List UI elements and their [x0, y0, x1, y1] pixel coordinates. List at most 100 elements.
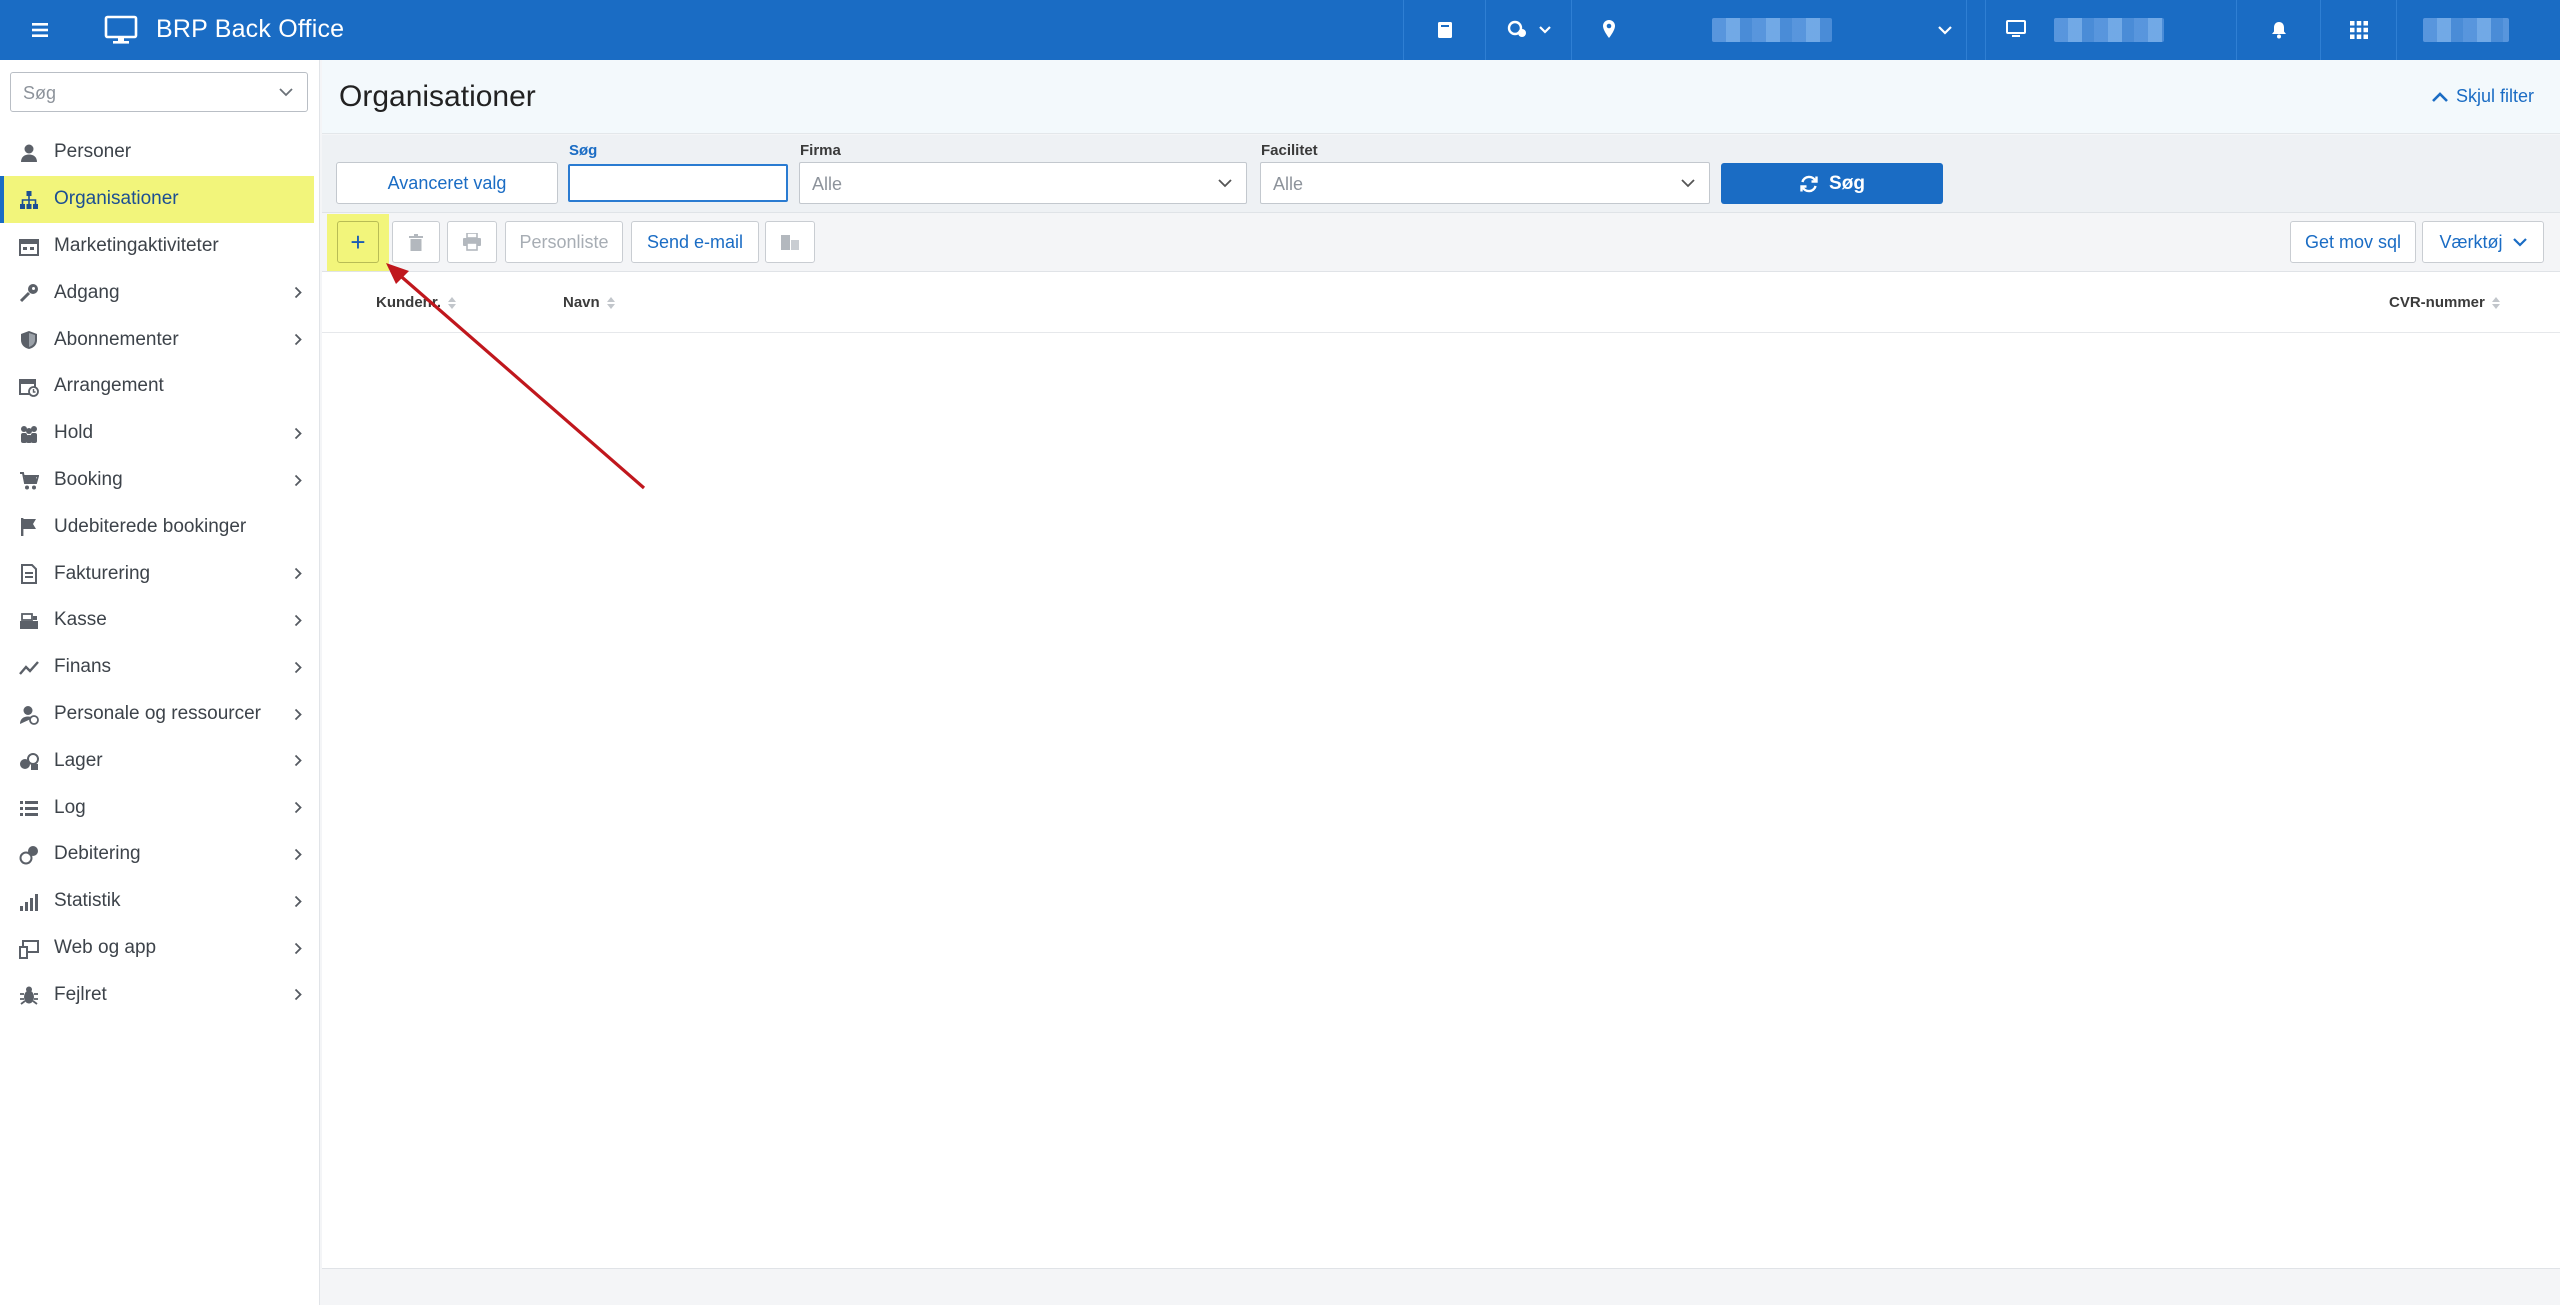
sidebar-item-fejlret[interactable]: Fejlret — [0, 971, 320, 1018]
sidebar: Søg Personer Organisationer Marketingaktiv… — [0, 60, 320, 1305]
chevron-right-icon — [294, 568, 302, 580]
user-location-menu[interactable] — [1485, 0, 1571, 60]
sidebar-item-statistik[interactable]: Statistik — [0, 878, 320, 925]
cash-register-icon — [20, 613, 38, 629]
chevron-down-icon — [1538, 26, 1551, 34]
key-icon — [19, 284, 38, 303]
chevron-right-icon — [294, 474, 302, 486]
sidebar-item-label: Udebiterede bookinger — [54, 515, 247, 537]
sidebar-search[interactable]: Søg — [10, 72, 308, 112]
chevron-right-icon — [294, 755, 302, 767]
sidebar-item-finans[interactable]: Finans — [0, 644, 320, 691]
chevron-right-icon — [294, 661, 302, 673]
sort-icon — [2491, 296, 2500, 309]
chevron-right-icon — [294, 942, 302, 954]
add-organisation-button[interactable]: + — [337, 221, 379, 263]
trend-line-icon — [19, 660, 39, 675]
notes-button[interactable] — [1403, 0, 1485, 60]
sidebar-item-debitering[interactable]: Debitering — [0, 831, 320, 878]
search-button[interactable]: Søg — [1721, 163, 1943, 204]
facilitet-select-value: Alle — [1273, 174, 1304, 194]
facilitet-label: Facilitet — [1261, 142, 1318, 159]
page-title: Organisationer — [339, 80, 536, 113]
sidebar-item-label: Booking — [54, 468, 123, 490]
get-sql-button[interactable]: Get mov sql — [2290, 221, 2416, 263]
chevron-down-icon — [279, 88, 293, 97]
chevron-right-icon — [294, 848, 302, 861]
hide-filter-toggle[interactable]: Skjul filter — [2432, 86, 2534, 107]
table-header-divider — [322, 332, 2560, 333]
column-header-label: CVR-nummer — [2389, 294, 2485, 311]
shield-icon — [21, 331, 37, 350]
toolbar: + Personliste Send e-mail Get mov sql Væ… — [322, 214, 2560, 272]
chevron-right-icon — [294, 427, 302, 439]
staff-icon — [20, 705, 39, 725]
chevron-down-icon — [1681, 179, 1695, 188]
user-menu[interactable] — [2396, 0, 2560, 60]
sidebar-item-kasse[interactable]: Kasse — [0, 597, 320, 644]
sidebar-item-arrangement[interactable]: Arrangement — [0, 363, 320, 410]
chevron-down-icon — [1938, 26, 1952, 35]
sidebar-item-web-og-app[interactable]: Web og app — [0, 925, 320, 972]
monitor-icon — [2006, 20, 2026, 37]
book-icon — [1437, 22, 1452, 38]
search-input[interactable] — [568, 164, 788, 202]
firma-select[interactable]: Alle — [799, 162, 1247, 204]
page-header: Organisationer Skjul filter — [322, 60, 2560, 134]
sidebar-item-udebiterede-bookinger[interactable]: Udebiterede bookinger — [0, 503, 320, 550]
redacted-workstation — [2054, 18, 2164, 42]
bug-icon — [20, 986, 38, 1006]
tools-dropdown[interactable]: Værktøj — [2422, 221, 2544, 263]
notifications-button[interactable] — [2236, 0, 2320, 60]
chevron-right-icon — [294, 287, 302, 299]
sidebar-item-organisationer[interactable]: Organisationer — [0, 175, 314, 223]
firma-select-value: Alle — [812, 174, 843, 194]
trash-icon — [409, 233, 423, 251]
advanced-options-button[interactable]: Avanceret valg — [336, 162, 558, 204]
sidebar-item-personer[interactable]: Personer — [0, 129, 320, 176]
sidebar-item-label: Finans — [54, 656, 112, 678]
sidebar-item-booking[interactable]: Booking — [0, 457, 320, 504]
sidebar-item-label: Statistik — [54, 890, 121, 912]
search-label: Søg — [569, 142, 598, 159]
chevron-right-icon — [294, 802, 302, 814]
monitor-icon — [104, 15, 138, 44]
send-email-button[interactable]: Send e-mail — [631, 221, 759, 263]
bar-chart-icon — [20, 893, 38, 911]
chevron-up-icon — [2432, 91, 2448, 102]
refresh-icon — [1800, 175, 1818, 192]
chevron-down-icon — [1218, 179, 1232, 188]
user-location-icon — [1507, 20, 1526, 37]
annotation-arrow-icon — [386, 263, 646, 490]
sidebar-item-abonnementer[interactable]: Abonnementer — [0, 316, 320, 363]
sidebar-item-label: Log — [54, 796, 86, 818]
location-selector[interactable] — [1571, 0, 1967, 60]
sidebar-item-lager[interactable]: Lager — [0, 737, 320, 784]
sidebar-item-adgang[interactable]: Adgang — [0, 269, 320, 316]
sidebar-item-label: Fejlret — [54, 983, 107, 1005]
workstation-selector[interactable] — [1985, 0, 2190, 60]
calendar-clock-icon — [19, 378, 39, 397]
apps-grid-icon — [2349, 21, 2368, 39]
menu-icon[interactable] — [26, 18, 54, 42]
sidebar-item-marketingaktiviteter[interactable]: Marketingaktiviteter — [0, 223, 320, 270]
facilitet-select[interactable]: Alle — [1260, 162, 1710, 204]
chevron-right-icon — [294, 708, 302, 720]
redacted-location — [1712, 18, 1832, 42]
sidebar-item-log[interactable]: Log — [0, 784, 320, 831]
invoice-icon — [21, 564, 37, 585]
chevron-down-icon — [2512, 237, 2527, 247]
devices-icon — [19, 939, 39, 959]
boxes-icon — [20, 753, 39, 771]
apps-button[interactable] — [2320, 0, 2396, 60]
column-header-cvr[interactable]: CVR-nummer — [2389, 294, 2500, 311]
sidebar-item-label: Kasse — [54, 609, 107, 631]
tools-dropdown-label: Værktøj — [2439, 231, 2503, 252]
person-icon — [21, 144, 37, 162]
sidebar-item-hold[interactable]: Hold — [0, 410, 320, 457]
sidebar-item-personale-og-ressourcer[interactable]: Personale og ressourcer — [0, 691, 320, 738]
sidebar-nav: Personer Organisationer Marketingaktivitet… — [0, 129, 320, 1018]
merge-button[interactable] — [765, 221, 815, 263]
add-button-label: + — [350, 227, 366, 257]
sidebar-item-fakturering[interactable]: Fakturering — [0, 550, 320, 597]
